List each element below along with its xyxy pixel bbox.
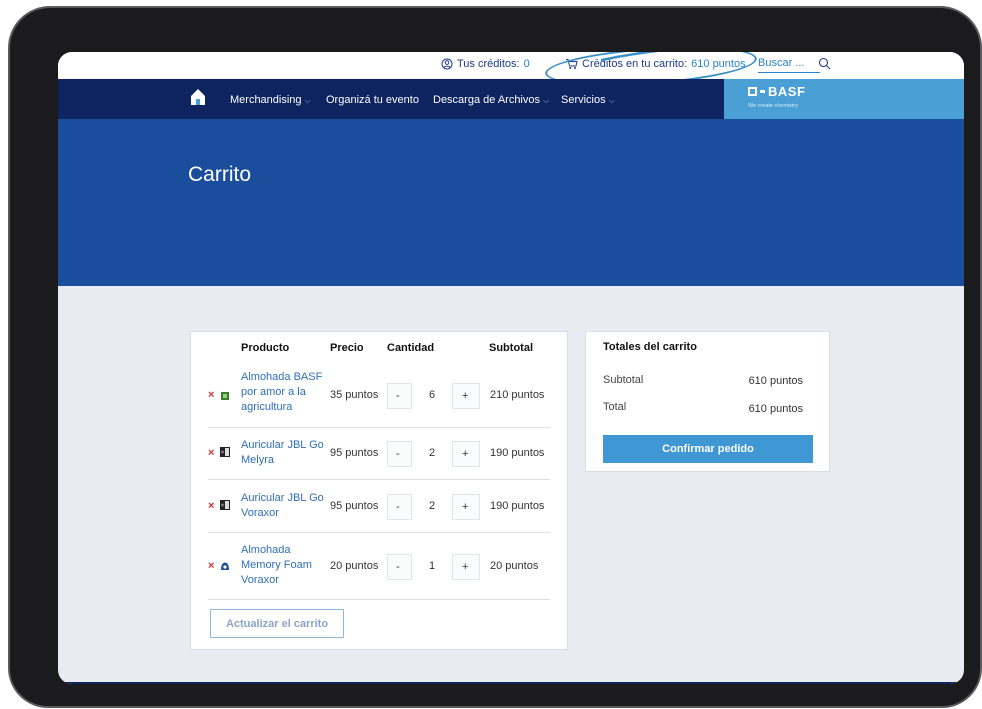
remove-item-button[interactable]: × xyxy=(208,389,214,401)
col-header-subtotal: Subtotal xyxy=(489,342,533,354)
product-link[interactable]: Auricular JBL Go Melyra xyxy=(241,438,326,468)
basf-logo: BASF xyxy=(748,84,805,99)
totals-title: Totales del carrito xyxy=(603,341,697,353)
quantity-input[interactable]: 6 xyxy=(411,383,453,409)
nav-label: Organizá tu evento xyxy=(326,94,419,106)
remove-item-button[interactable]: × xyxy=(208,560,214,572)
decrease-qty-button[interactable]: - xyxy=(396,501,400,513)
quantity-stepper: - 2 + xyxy=(387,441,480,467)
item-subtotal: 190 puntos xyxy=(490,447,545,459)
item-price: 95 puntos xyxy=(330,500,379,512)
item-subtotal: 210 puntos xyxy=(490,389,545,401)
increase-qty-button[interactable]: + xyxy=(462,390,468,402)
decrease-qty-button[interactable]: - xyxy=(396,390,400,402)
chevron-down-icon: ⌵ xyxy=(608,96,615,105)
cart-totals: Totales del carrito Subtotal 610 puntos … xyxy=(585,331,830,472)
nav-organiza-evento[interactable]: Organizá tu evento xyxy=(326,94,419,106)
hero-banner: Carrito xyxy=(58,119,964,286)
col-header-product: Producto xyxy=(241,342,290,354)
screen: Tus créditos: 0 Créditos en tu carrito: … xyxy=(58,52,964,684)
logo-text: BASF xyxy=(768,84,806,99)
credits-value: 0 xyxy=(523,58,530,70)
cart-table: Producto Precio Cantidad Subtotal × Almo… xyxy=(190,331,568,650)
search-input[interactable]: Buscar ... xyxy=(758,55,820,73)
quantity-stepper: - 6 + xyxy=(387,383,480,409)
nav-label: Merchandising xyxy=(230,94,302,106)
total-label: Total xyxy=(603,401,627,413)
annotation-stroke xyxy=(600,52,659,62)
product-link[interactable]: Almohada BASF por amor a la agricultura xyxy=(241,370,326,415)
nav-label: Servicios xyxy=(561,94,606,106)
user-icon xyxy=(441,58,453,70)
item-price: 35 puntos xyxy=(330,389,379,401)
confirm-order-button[interactable]: Confirmar pedido xyxy=(603,435,813,463)
credits-label: Tus créditos: xyxy=(457,58,520,70)
quantity-input[interactable]: 1 xyxy=(411,554,453,580)
nav-label: Descarga de Archivos xyxy=(433,94,540,106)
table-row: × Auricular JBL Go Voraxor 95 puntos - 2… xyxy=(208,480,550,533)
col-header-price: Precio xyxy=(330,342,364,354)
table-row: × Almohada BASF por amor a la agricultur… xyxy=(208,364,550,428)
item-price: 95 puntos xyxy=(330,447,379,459)
increase-qty-button[interactable]: + xyxy=(462,448,468,460)
decrease-qty-button[interactable]: - xyxy=(396,561,400,573)
utility-bar: Tus créditos: 0 Créditos en tu carrito: … xyxy=(58,52,964,92)
increase-qty-button[interactable]: + xyxy=(462,561,468,573)
green-box-icon xyxy=(221,392,229,400)
nav-descarga-archivos[interactable]: Descarga de Archivos ⌵ xyxy=(433,94,549,106)
col-header-quantity: Cantidad xyxy=(387,342,435,354)
speaker-box-icon xyxy=(220,447,230,457)
bottom-accent xyxy=(58,682,964,684)
subtotal-label: Subtotal xyxy=(603,374,644,386)
total-value: 610 puntos xyxy=(748,403,803,415)
update-cart-button[interactable]: Actualizar el carrito xyxy=(210,609,344,638)
decrease-qty-button[interactable]: - xyxy=(396,448,400,460)
quantity-input[interactable]: 2 xyxy=(411,494,453,520)
nav-merchandising[interactable]: Merchandising ⌵ xyxy=(230,94,311,106)
search-icon[interactable] xyxy=(818,57,831,70)
quantity-stepper: - 1 + xyxy=(387,554,480,580)
subtotal-value: 610 puntos xyxy=(748,375,803,387)
item-price: 20 puntos xyxy=(330,560,379,572)
remove-item-button[interactable]: × xyxy=(208,500,214,512)
pillow-icon xyxy=(221,562,229,570)
brand-tagline: We create chemistry xyxy=(748,103,799,109)
speaker-box-icon xyxy=(220,500,230,510)
chevron-down-icon: ⌵ xyxy=(543,96,550,105)
quantity-input[interactable]: 2 xyxy=(411,441,453,467)
chevron-down-icon: ⌵ xyxy=(304,96,311,105)
item-subtotal: 20 puntos xyxy=(490,560,539,572)
page-title: Carrito xyxy=(188,163,252,186)
nav-servicios[interactable]: Servicios ⌵ xyxy=(561,94,615,106)
increase-qty-button[interactable]: + xyxy=(462,501,468,513)
quantity-stepper: - 2 + xyxy=(387,494,480,520)
home-icon[interactable] xyxy=(188,87,208,107)
product-link[interactable]: Auricular JBL Go Voraxor xyxy=(241,491,326,521)
main-nav: Merchandising ⌵ Organizá tu evento Descar… xyxy=(58,79,724,119)
table-row: × Auricular JBL Go Melyra 95 puntos - 2 … xyxy=(208,428,550,480)
tablet-frame: Tus créditos: 0 Créditos en tu carrito: … xyxy=(8,6,982,708)
item-subtotal: 190 puntos xyxy=(490,500,545,512)
user-credits[interactable]: Tus créditos: 0 xyxy=(441,58,530,70)
product-link[interactable]: Almohada Memory Foam Voraxor xyxy=(241,543,326,588)
remove-item-button[interactable]: × xyxy=(208,447,214,459)
table-row: × Almohada Memory Foam Voraxor 20 puntos… xyxy=(208,533,550,600)
brand-block[interactable]: BASF We create chemistry xyxy=(724,79,964,119)
